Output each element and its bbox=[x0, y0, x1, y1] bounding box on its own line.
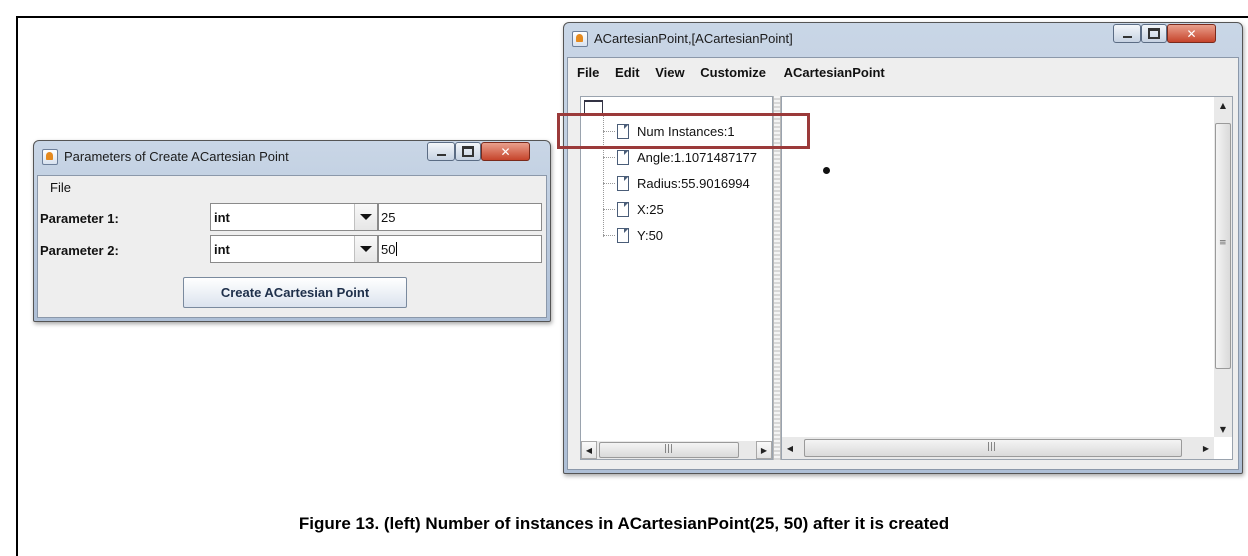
tree-item-label: Radius:55.9016994 bbox=[637, 176, 750, 191]
grip-icon: ||| bbox=[987, 442, 997, 452]
minimize-icon bbox=[1122, 35, 1132, 38]
menu-file[interactable]: File bbox=[577, 65, 599, 80]
java-cup-icon bbox=[572, 31, 588, 47]
cartesian-point-marker bbox=[823, 167, 830, 174]
close-icon: ✕ bbox=[1186, 26, 1197, 41]
minimize-icon bbox=[436, 153, 446, 156]
grip-icon: ||| bbox=[664, 444, 674, 454]
graphics-canvas: ▲ ≡ ▼ ◀ ||| ▶ bbox=[781, 96, 1233, 460]
minimize-button[interactable] bbox=[427, 142, 455, 161]
parameter-1-type-select[interactable]: int bbox=[210, 203, 378, 231]
figure-caption: Figure 13. (left) Number of instances in… bbox=[298, 514, 950, 533]
scroll-right-button[interactable]: ▶ bbox=[756, 441, 772, 459]
menu-file[interactable]: File bbox=[50, 180, 71, 195]
create-point-button[interactable]: Create ACartesian Point bbox=[183, 277, 407, 308]
close-icon: ✕ bbox=[500, 144, 511, 159]
close-button[interactable]: ✕ bbox=[1167, 24, 1216, 43]
maximize-icon bbox=[462, 146, 474, 157]
canvas-horizontal-scrollbar[interactable]: ◀ ||| ▶ bbox=[782, 437, 1214, 459]
grip-icon: ≡ bbox=[1219, 238, 1227, 248]
java-cup-icon bbox=[42, 149, 58, 165]
leaf-document-icon bbox=[617, 202, 629, 217]
window-title: ACartesianPoint,[ACartesianPoint] bbox=[594, 31, 793, 46]
dropdown-arrow-button[interactable] bbox=[354, 236, 377, 262]
parameter-1-value: 25 bbox=[381, 210, 396, 225]
minimize-button[interactable] bbox=[1113, 24, 1141, 43]
parameter-2-value-wrap: 50 bbox=[381, 242, 398, 257]
menu-customize[interactable]: Customize bbox=[700, 65, 766, 80]
root-folder-icon bbox=[584, 100, 603, 114]
scroll-left-button[interactable]: ◀ bbox=[581, 441, 597, 459]
tree-branch-line bbox=[603, 209, 615, 210]
parameter-1-type-value: int bbox=[214, 210, 230, 225]
tree-item-label: Y:50 bbox=[637, 228, 664, 243]
parameters-client: File Parameter 1: int 25 Parameter 2: in… bbox=[37, 175, 547, 318]
scroll-thumb[interactable]: ||| bbox=[804, 439, 1182, 457]
chevron-down-icon bbox=[360, 214, 372, 220]
parameters-titlebar[interactable]: Parameters of Create ACartesian Point ✕ bbox=[34, 141, 550, 171]
tree-branch-line bbox=[603, 183, 615, 184]
menu-edit[interactable]: Edit bbox=[615, 65, 640, 80]
window-title: Parameters of Create ACartesian Point bbox=[64, 149, 289, 164]
object-editor-window: ACartesianPoint,[ACartesianPoint] ✕ File… bbox=[563, 22, 1243, 474]
maximize-button[interactable] bbox=[1141, 24, 1167, 43]
scroll-down-button[interactable]: ▼ bbox=[1214, 421, 1232, 437]
parameter-1-label: Parameter 1: bbox=[40, 211, 119, 226]
leaf-document-icon bbox=[617, 150, 629, 165]
maximize-icon bbox=[1148, 28, 1160, 39]
tree-branch-line bbox=[603, 235, 615, 236]
tree-horizontal-scrollbar[interactable]: ◀ ||| ▶ bbox=[581, 441, 772, 459]
parameter-2-type-select[interactable]: int bbox=[210, 235, 378, 263]
scroll-thumb[interactable]: ≡ bbox=[1215, 123, 1231, 369]
maximize-button[interactable] bbox=[455, 142, 481, 161]
num-instances-highlight bbox=[557, 113, 810, 149]
scroll-right-button[interactable]: ▶ bbox=[1198, 439, 1214, 457]
scroll-thumb[interactable]: ||| bbox=[599, 442, 739, 458]
parameter-2-label: Parameter 2: bbox=[40, 243, 119, 258]
dropdown-arrow-button[interactable] bbox=[354, 204, 377, 230]
text-caret bbox=[396, 242, 398, 256]
menu-view[interactable]: View bbox=[655, 65, 684, 80]
parameters-window: Parameters of Create ACartesian Point ✕ … bbox=[33, 140, 551, 322]
menu-acartesianpoint[interactable]: ACartesianPoint bbox=[784, 65, 885, 80]
object-editor-titlebar[interactable]: ACartesianPoint,[ACartesianPoint] ✕ bbox=[564, 23, 1242, 53]
parameter-2-value: 50 bbox=[381, 242, 396, 257]
tree-branch-line bbox=[603, 157, 615, 158]
close-button[interactable]: ✕ bbox=[481, 142, 530, 161]
leaf-document-icon bbox=[617, 228, 629, 243]
parameter-2-type-value: int bbox=[214, 242, 230, 257]
tree-item-label: Angle:1.1071487177 bbox=[637, 150, 758, 165]
menubar: File bbox=[50, 180, 546, 195]
split-pane-divider[interactable] bbox=[773, 96, 781, 460]
menubar: File Edit View Customize ACartesianPoint bbox=[577, 65, 1238, 80]
parameter-1-value-field[interactable]: 25 bbox=[378, 203, 542, 231]
leaf-document-icon bbox=[617, 176, 629, 191]
canvas-vertical-scrollbar[interactable]: ▲ ≡ ▼ bbox=[1214, 97, 1232, 437]
chevron-down-icon bbox=[360, 246, 372, 252]
tree-item-label: X:25 bbox=[637, 202, 664, 217]
property-tree: Num Instances:1 Angle:1.1071487177 Radiu… bbox=[580, 96, 773, 460]
scroll-up-button[interactable]: ▲ bbox=[1214, 97, 1232, 113]
parameter-2-value-field[interactable]: 50 bbox=[378, 235, 542, 263]
scroll-left-button[interactable]: ◀ bbox=[782, 439, 798, 457]
